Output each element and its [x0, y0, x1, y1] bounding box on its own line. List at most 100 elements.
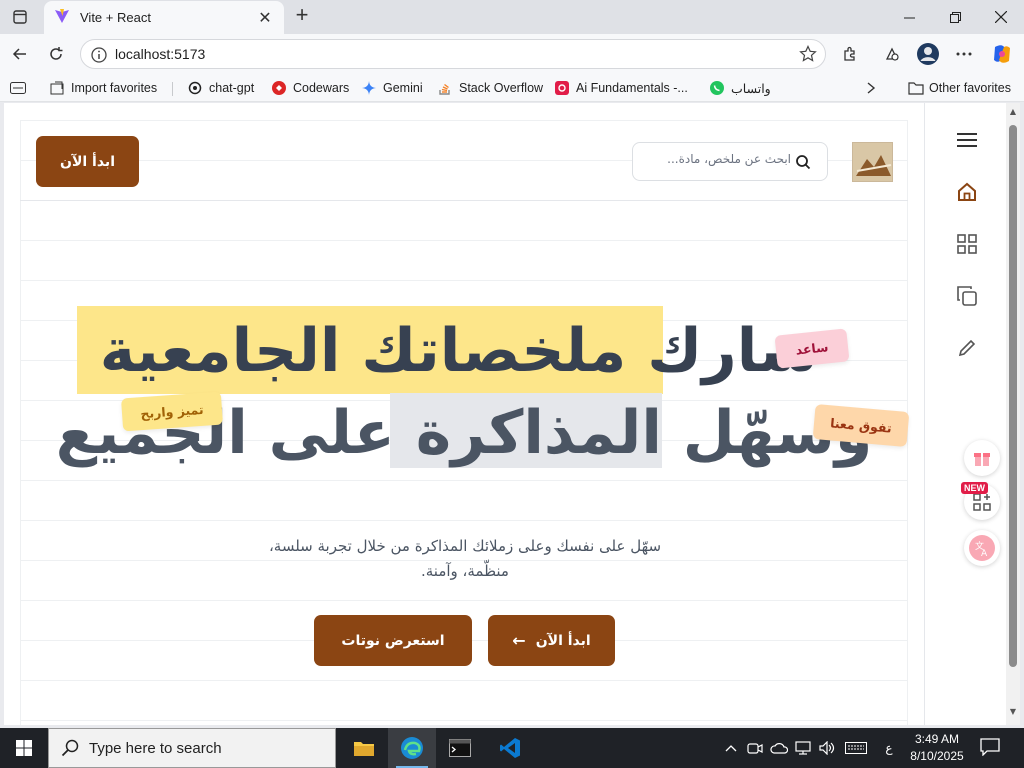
favorite-chatgpt[interactable]: chat-gpt	[188, 78, 254, 98]
restore-button[interactable]	[932, 0, 978, 34]
whatsapp-icon	[710, 81, 724, 95]
clock-time: 3:49 AM	[914, 732, 960, 746]
favorite-import[interactable]: Import favorites	[50, 78, 157, 98]
tray-chevron-up-icon[interactable]	[722, 739, 740, 757]
favorite-label: Gemini	[383, 81, 423, 95]
favorite-gemini[interactable]: Gemini	[362, 78, 423, 98]
favorites-overflow-chevron-icon[interactable]	[866, 78, 876, 98]
subtitle-line-1: سهّل على نفسك وعلى زملائك المذاكرة من خل…	[268, 537, 662, 555]
start-now-label: ابدأ الآن	[535, 632, 591, 649]
page-scrollbar[interactable]: ▲ ▼	[1006, 103, 1020, 725]
favorite-whatsapp[interactable]: واتساب	[710, 78, 771, 98]
subtitle-line-2: منظّمة، وآمنة.	[421, 562, 509, 580]
extensions-icon[interactable]	[836, 40, 864, 68]
browser-tab[interactable]: Vite + React ✕	[44, 1, 284, 34]
grid-icon[interactable]	[955, 232, 979, 256]
favorite-label: واتساب	[731, 81, 771, 96]
favorites-bar: Import favorites chat-gpt Codewars Gemin…	[0, 74, 1024, 102]
favorite-label: Codewars	[293, 81, 350, 95]
more-options-icon[interactable]	[950, 40, 978, 68]
copy-icon[interactable]	[955, 284, 979, 308]
tab-overflow-icon[interactable]	[10, 78, 26, 98]
close-window-button[interactable]	[978, 0, 1024, 34]
browser-essentials-icon[interactable]	[878, 40, 906, 68]
url-text[interactable]: localhost:5173	[115, 46, 205, 62]
clock-date: 8/10/2025	[910, 749, 964, 763]
ai-fundamentals-icon	[555, 81, 569, 95]
other-favorites-label: Other favorites	[929, 81, 1011, 95]
keyboard-icon[interactable]	[844, 739, 868, 757]
browse-notes-button[interactable]: استعرض نوتات	[314, 615, 472, 666]
home-icon[interactable]	[955, 180, 979, 204]
close-tab-icon[interactable]: ✕	[256, 8, 274, 28]
terminal-icon[interactable]	[436, 728, 484, 768]
favorite-label: chat-gpt	[209, 81, 255, 95]
refresh-button[interactable]	[42, 40, 70, 68]
page-viewport: ابدأ الآن شارك ملخصاتك الجامعية وسهّل ال…	[4, 103, 1020, 725]
network-icon[interactable]	[794, 739, 812, 757]
vite-icon	[54, 8, 70, 28]
tab-actions-icon[interactable]	[8, 6, 32, 28]
notifications-icon[interactable]	[980, 738, 1002, 758]
file-explorer-icon[interactable]	[340, 728, 388, 768]
system-clock[interactable]: 3:49 AM 8/10/2025	[900, 731, 974, 765]
new-badge: NEW	[961, 482, 988, 494]
site-info-icon[interactable]	[89, 45, 109, 65]
windows-start-icon[interactable]	[0, 728, 48, 768]
codewars-icon	[272, 81, 286, 95]
volume-icon[interactable]	[818, 739, 836, 757]
arrow-left-icon: ←	[512, 631, 526, 650]
folder-icon	[908, 81, 924, 95]
favorite-label: Import favorites	[71, 81, 158, 95]
taskbar-search[interactable]: Type here to search	[48, 728, 336, 768]
input-language-indicator[interactable]: ع	[880, 739, 898, 757]
favorite-label: Ai Fundamentals -...	[576, 81, 688, 95]
search-input[interactable]	[641, 152, 791, 166]
stackoverflow-icon	[438, 81, 452, 95]
taskbar-search-placeholder: Type here to search	[89, 740, 222, 757]
gemini-icon	[362, 81, 376, 95]
hero-subtitle: سهّل على نفسك وعلى زملائك المذاكرة من خل…	[230, 534, 700, 584]
menu-icon[interactable]	[955, 128, 979, 152]
header-divider	[20, 200, 908, 201]
search-icon	[795, 154, 811, 174]
search-box[interactable]	[632, 142, 828, 181]
headline-line-1: شارك ملخصاتك الجامعية	[99, 316, 819, 386]
favorite-ai-fundamentals[interactable]: Ai Fundamentals -...	[555, 78, 688, 98]
vscode-icon[interactable]	[486, 728, 534, 768]
navigation-bar: localhost:5173	[0, 34, 1024, 74]
back-button[interactable]	[6, 40, 34, 68]
import-icon	[50, 81, 64, 95]
start-now-header-button[interactable]: ابدأ الآن	[36, 136, 139, 187]
other-favorites[interactable]: Other favorites	[908, 78, 1011, 98]
tag-win: تميز واربح	[120, 391, 224, 432]
right-sidebar	[924, 103, 1006, 725]
gift-icon[interactable]	[964, 440, 1000, 476]
scroll-thumb[interactable]	[1009, 125, 1017, 667]
taskbar: Type here to search ع 3:49 AM 8/10/2025	[0, 728, 1024, 768]
favorite-codewars[interactable]: Codewars	[272, 78, 349, 98]
minimize-button[interactable]	[886, 0, 932, 34]
favorite-star-icon[interactable]	[799, 45, 817, 67]
translate-icon[interactable]: 文A	[964, 530, 1000, 566]
meet-now-icon[interactable]	[746, 739, 764, 757]
chatgpt-icon	[188, 81, 202, 95]
favorite-stackoverflow[interactable]: Stack Overflow	[438, 78, 543, 98]
address-bar[interactable]: localhost:5173	[80, 39, 826, 69]
scroll-up-icon[interactable]: ▲	[1008, 107, 1018, 117]
edge-icon[interactable]	[388, 728, 436, 768]
title-bar: Vite + React ✕ +	[0, 0, 1024, 34]
start-now-button[interactable]: ابدأ الآن ←	[488, 615, 615, 666]
tab-title: Vite + React	[80, 10, 151, 25]
copilot-icon[interactable]	[988, 40, 1016, 68]
new-tab-button[interactable]: +	[290, 4, 314, 28]
profile-avatar[interactable]	[914, 40, 942, 68]
favorite-label: Stack Overflow	[459, 81, 544, 95]
scroll-down-icon[interactable]: ▼	[1008, 707, 1018, 717]
favorites-divider	[172, 82, 173, 96]
onedrive-icon[interactable]	[770, 739, 788, 757]
svg-text:A: A	[981, 549, 988, 559]
pencil-icon[interactable]	[955, 336, 979, 360]
search-icon	[61, 739, 79, 761]
site-logo[interactable]	[852, 142, 893, 182]
